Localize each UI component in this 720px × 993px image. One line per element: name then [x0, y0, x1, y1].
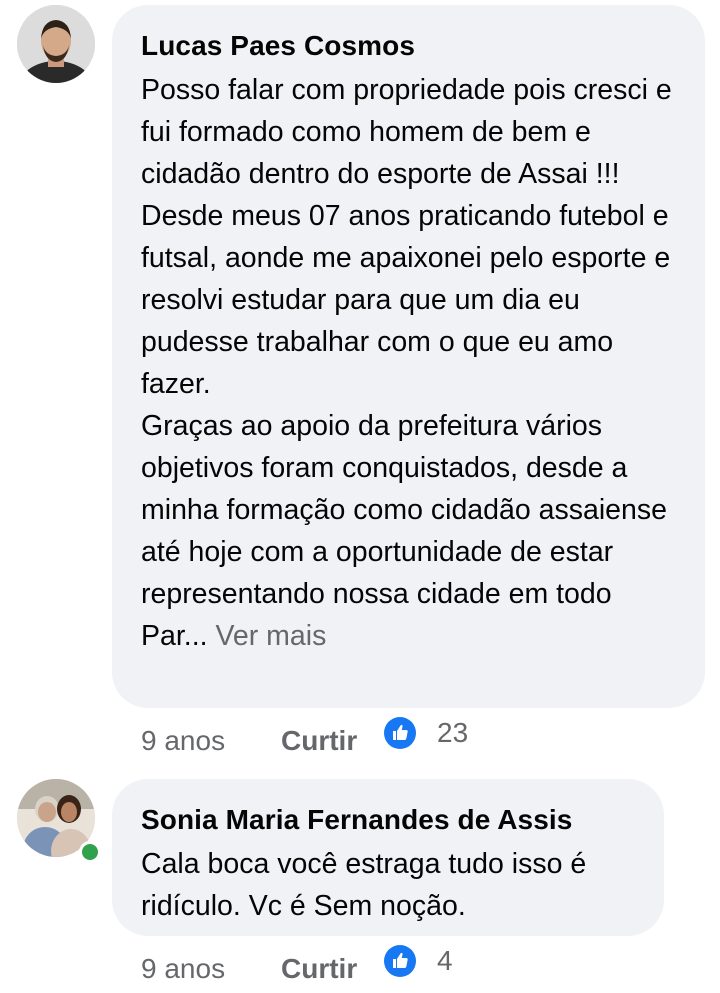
- comment-paragraph: Graças ao apoio da prefeitura vários obj…: [141, 410, 667, 652]
- comment-author[interactable]: Lucas Paes Cosmos: [141, 29, 677, 63]
- comment-paragraph: Posso falar com propriedade pois cresci …: [141, 74, 672, 190]
- avatar[interactable]: [17, 5, 95, 83]
- comment-bubble: Lucas Paes Cosmos Posso falar com propri…: [112, 5, 705, 708]
- reaction-count[interactable]: 4: [437, 945, 453, 977]
- see-more-link[interactable]: Ver mais: [215, 620, 326, 652]
- avatar-photo: [17, 5, 95, 83]
- ellipsis: ...: [183, 620, 208, 652]
- comment-timestamp[interactable]: 9 anos: [141, 953, 225, 985]
- like-button[interactable]: Curtir: [281, 725, 357, 757]
- comment-paragraph: Cala boca você estraga tudo isso é ridíc…: [141, 848, 587, 922]
- reaction-count[interactable]: 23: [437, 717, 468, 749]
- like-icon[interactable]: [384, 717, 416, 749]
- online-status-dot: [79, 841, 101, 863]
- like-icon[interactable]: [384, 945, 416, 977]
- comment-author[interactable]: Sonia Maria Fernandes de Assis: [141, 803, 636, 837]
- like-button[interactable]: Curtir: [281, 953, 357, 985]
- comment-text: Posso falar com propriedade pois cresci …: [141, 69, 677, 657]
- comment-timestamp[interactable]: 9 anos: [141, 725, 225, 757]
- comment-bubble: Sonia Maria Fernandes de Assis Cala boca…: [112, 779, 664, 936]
- comment-text: Cala boca você estraga tudo isso é ridíc…: [141, 843, 636, 927]
- comment-paragraph: Desde meus 07 anos praticando futebol e …: [141, 200, 671, 400]
